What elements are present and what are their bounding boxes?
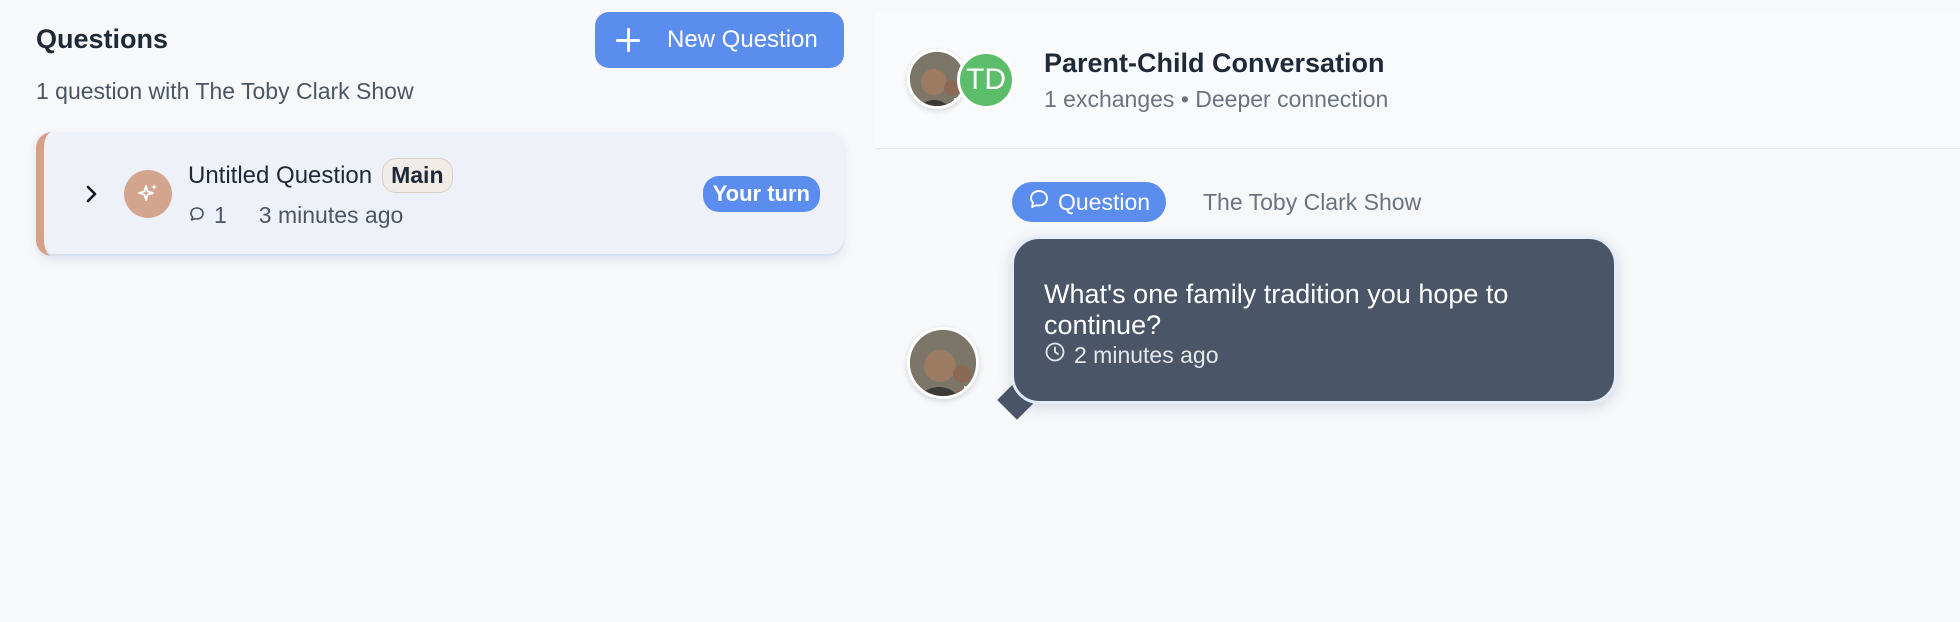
app: Questions 1 question with The Toby Clark… xyxy=(0,0,1960,622)
conversation-title: Parent-Child Conversation xyxy=(1044,48,1385,78)
conversation-panel: TD Parent-Child Conversation 1 exchanges… xyxy=(875,0,1960,622)
message-author-avatar xyxy=(907,327,979,399)
questions-subtitle: 1 question with The Toby Clark Show xyxy=(36,78,414,104)
conversation-subtitle: 1 exchanges • Deeper connection xyxy=(1044,86,1389,112)
partner-avatar: TD xyxy=(957,51,1015,109)
message-author: The Toby Clark Show xyxy=(1203,189,1422,215)
main-badge: Main xyxy=(382,158,453,193)
question-time: 3 minutes ago xyxy=(258,202,404,228)
question-tag: Question xyxy=(1012,182,1167,222)
your-turn-badge: Your turn xyxy=(702,176,820,212)
message-time-row: 2 minutes ago xyxy=(1044,341,1218,369)
comment-count: 1 xyxy=(214,202,227,228)
question-meta: 1 3 minutes ago xyxy=(188,202,403,229)
questions-title: Questions xyxy=(36,24,169,54)
plus-icon xyxy=(615,27,641,53)
question-card[interactable]: Untitled Question Main 1 3 minutes ago Y… xyxy=(36,132,844,256)
chevron-right-icon[interactable] xyxy=(82,184,102,204)
message-bubble: What's one family tradition you hope to … xyxy=(1011,236,1617,404)
question-tag-label: Question xyxy=(1058,188,1151,215)
question-title-row: Untitled Question Main xyxy=(188,158,453,193)
message-time: 2 minutes ago xyxy=(1074,341,1219,368)
new-question-label: New Question xyxy=(667,26,818,53)
conversation-header: TD Parent-Child Conversation 1 exchanges… xyxy=(875,12,1960,149)
new-question-button[interactable]: New Question xyxy=(595,12,844,68)
message-text: What's one family tradition you hope to … xyxy=(1044,279,1509,340)
comment-icon xyxy=(188,202,206,229)
chat-bubble-icon xyxy=(1028,188,1050,216)
questions-panel: Questions 1 question with The Toby Clark… xyxy=(0,0,875,622)
clock-icon xyxy=(1044,341,1066,369)
question-title: Untitled Question xyxy=(188,161,373,189)
sparkle-icon xyxy=(124,170,172,218)
